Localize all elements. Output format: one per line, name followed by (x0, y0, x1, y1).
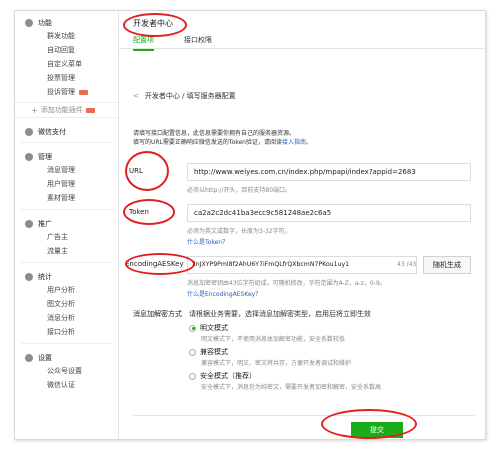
sidebar-item-materials[interactable]: 素材管理 (15, 191, 118, 205)
sidebar: 功能 群发功能 自动回复 自定义菜单 投票管理 投诉管理 + 添加功能插件 微信支… (15, 11, 119, 439)
intro-text: 请填写接口配置信息，此信息需要你拥有自己的服务器资源。 填写的URL需要正确响应… (133, 130, 312, 146)
main-content: 开发者中心 配置项 接口权限 < 开发者中心 / 填写服务器配置 请填写接口配置… (119, 11, 485, 439)
radio-icon[interactable] (189, 324, 196, 332)
what-is-aeskey-link[interactable]: 什么是EncodingAESKey？ (187, 289, 261, 298)
radio-compatible[interactable]: 兼容模式 (189, 347, 228, 357)
plus-icon: + (31, 105, 38, 115)
generate-key-button[interactable]: 随机生成 (423, 256, 471, 274)
url-hint: 必须以http://开头，目前支持80端口。 (187, 187, 292, 194)
add-plugin-button[interactable]: + 添加功能插件 (15, 102, 118, 118)
radio-icon[interactable] (189, 372, 196, 380)
url-input[interactable]: http://www.weiyes.com.cn/index.php/mpapi… (187, 163, 471, 181)
submit-button[interactable]: 提交 (351, 422, 403, 438)
back-arrow-icon[interactable]: < (133, 92, 139, 100)
sidebar-item-mass-send[interactable]: 群发功能 (15, 29, 118, 43)
sidebar-item-wechat-pay[interactable]: 微信支付 (15, 126, 118, 138)
wallet-icon (25, 128, 33, 136)
encryption-desc: 请根据业务需要，选择消息加解密类型，启用后将立即生效 (189, 310, 371, 318)
sidebar-item-api-analysis[interactable]: 接口分析 (15, 325, 118, 339)
tab-permissions[interactable]: 接口权限 (184, 35, 212, 51)
radio-secure[interactable]: 安全模式（推荐） (189, 371, 256, 381)
sidebar-item-publisher[interactable]: 流量主 (15, 244, 118, 258)
breadcrumb-path: 开发者中心 / 填写服务器配置 (144, 92, 236, 100)
sidebar-item-message-analysis[interactable]: 消息分析 (15, 311, 118, 325)
divider (21, 142, 112, 143)
breadcrumb: < 开发者中心 / 填写服务器配置 (133, 91, 236, 101)
token-hint: 必须为英文或数字，长度为3-32字符。 (187, 228, 291, 235)
compatible-desc: 兼容模式下，明文、密文将共存，方便开发者调试和维护 (201, 360, 352, 367)
chart-icon (25, 273, 33, 281)
new-badge (85, 107, 95, 113)
folder-icon (25, 153, 33, 161)
plaintext-desc: 明文模式下，不使用消息体加解密功能，安全系数较低 (201, 336, 346, 343)
sidebar-item-account-settings[interactable]: 公众号设置 (15, 364, 118, 378)
divider (133, 415, 475, 416)
divider (21, 209, 112, 210)
sidebar-group-promote: 推广 广告主 流量主 (15, 218, 118, 258)
aes-key-counter: 43 /43 (397, 261, 417, 268)
sidebar-item-custom-menu[interactable]: 自定义菜单 (15, 57, 118, 71)
sidebar-item-auto-reply[interactable]: 自动回复 (15, 43, 118, 57)
token-label: Token (129, 208, 149, 216)
sidebar-group-stats: 统计 用户分析 图文分析 消息分析 接口分析 (15, 271, 118, 339)
aes-hint: 消息加密密钥由43位字符组成，可随机修改，字符范围为A-Z，a-z，0-9。 (187, 280, 386, 287)
tab-config[interactable]: 配置项 (133, 35, 154, 51)
sidebar-group-pay: 微信支付 (15, 126, 118, 138)
secure-desc: 安全模式下，消息包为纯密文，需要开发者加密和解密，安全系数高 (201, 384, 382, 391)
radio-icon[interactable] (189, 348, 196, 356)
page-title: 开发者中心 (133, 19, 173, 28)
megaphone-icon (25, 220, 33, 228)
sidebar-group-features: 功能 群发功能 自动回复 自定义菜单 投票管理 投诉管理 + 添加功能插件 (15, 17, 118, 118)
grid-icon (25, 19, 33, 27)
sidebar-item-complaint[interactable]: 投诉管理 (15, 85, 118, 99)
sidebar-item-advertiser[interactable]: 广告主 (15, 230, 118, 244)
sidebar-group-manage: 管理 消息管理 用户管理 素材管理 (15, 151, 118, 205)
sidebar-item-article-analysis[interactable]: 图文分析 (15, 297, 118, 311)
divider (21, 343, 112, 344)
gear-icon (25, 354, 33, 362)
access-guide-link[interactable]: 接入指南。 (282, 139, 312, 146)
aes-label: EncodingAESKey (125, 260, 184, 268)
what-is-token-link[interactable]: 什么是Token？ (187, 237, 228, 246)
url-label: URL (129, 167, 143, 175)
radio-plaintext[interactable]: 明文模式 (189, 323, 228, 333)
encryption-label: 消息加解密方式 (133, 310, 182, 318)
sidebar-item-user-analysis[interactable]: 用户分析 (15, 283, 118, 297)
sidebar-group-settings: 设置 公众号设置 微信认证 (15, 352, 118, 392)
sidebar-item-verification[interactable]: 微信认证 (15, 378, 118, 392)
app-window: 功能 群发功能 自动回复 自定义菜单 投票管理 投诉管理 + 添加功能插件 微信支… (14, 10, 486, 440)
divider (21, 262, 112, 263)
top-bar: 开发者中心 配置项 接口权限 (119, 11, 485, 51)
aes-key-input[interactable]: lnJXYP9Pml8f2AhU6Y7iFmQLfrQXbcmN7PKou1uy… (187, 256, 417, 274)
new-badge (79, 89, 88, 95)
sidebar-item-users[interactable]: 用户管理 (15, 177, 118, 191)
tab-bar: 配置项 接口权限 (133, 35, 242, 51)
sidebar-item-messages[interactable]: 消息管理 (15, 163, 118, 177)
sidebar-item-vote[interactable]: 投票管理 (15, 71, 118, 85)
token-input[interactable]: ca2a2c2dc41ba3ecc9c581248ae2c6a5 (187, 204, 471, 222)
